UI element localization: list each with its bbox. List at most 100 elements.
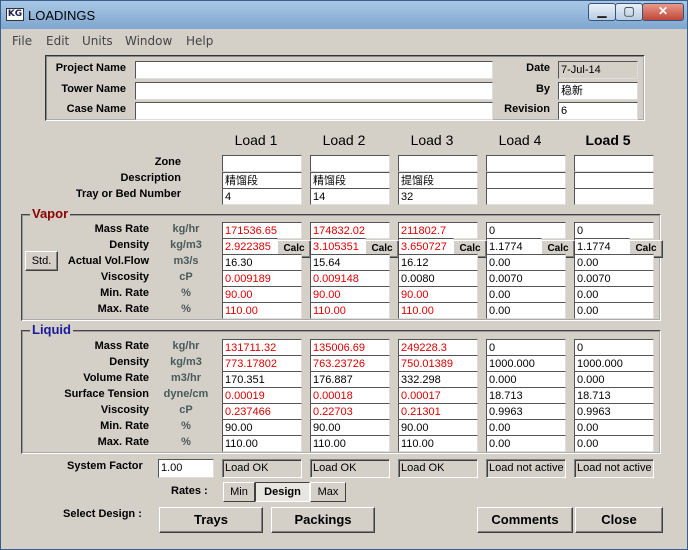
case-name-field[interactable] — [135, 102, 493, 120]
vapor-value-field[interactable]: 90.00 — [398, 286, 478, 303]
rate-min-button[interactable]: Min — [223, 482, 255, 502]
liquid-value-field[interactable]: 0.00018 — [310, 387, 390, 404]
vapor-value-field[interactable]: 2.922385 — [222, 238, 278, 255]
description-field-3[interactable]: 提馏段 — [398, 172, 478, 189]
liquid-value-field[interactable]: 0 — [574, 339, 654, 356]
menu-file[interactable]: File — [12, 34, 32, 48]
liquid-value-field[interactable]: 750.01389 — [398, 355, 478, 372]
zone-field-1[interactable] — [222, 155, 302, 172]
vapor-value-field[interactable]: 0.00 — [574, 254, 654, 271]
vapor-value-field[interactable]: 15.64 — [310, 254, 390, 271]
vapor-value-field[interactable]: 171536.65 — [222, 222, 302, 239]
vapor-value-field[interactable]: 0.00 — [574, 302, 654, 319]
by-field[interactable]: 稳新 — [558, 82, 638, 100]
vapor-value-field[interactable]: 0 — [574, 222, 654, 239]
liquid-value-field[interactable]: 170.351 — [222, 371, 302, 388]
zone-field-4[interactable] — [486, 155, 566, 172]
liquid-value-field[interactable]: 110.00 — [310, 435, 390, 452]
liquid-value-field[interactable]: 0.00 — [486, 419, 566, 436]
liquid-value-field[interactable]: 110.00 — [398, 435, 478, 452]
revision-field[interactable]: 6 — [558, 102, 638, 120]
description-field-1[interactable]: 精馏段 — [222, 172, 302, 189]
vapor-value-field[interactable]: 3.650727 — [398, 238, 454, 255]
vapor-value-field[interactable]: 16.12 — [398, 254, 478, 271]
menu-units[interactable]: Units — [82, 34, 113, 48]
system-factor-field[interactable]: 1.00 — [158, 459, 214, 478]
liquid-value-field[interactable]: 0.000 — [486, 371, 566, 388]
liquid-value-field[interactable]: 773.17802 — [222, 355, 302, 372]
project-name-field[interactable] — [135, 61, 493, 79]
minimize-button[interactable]: ▁ — [588, 3, 616, 21]
liquid-value-field[interactable]: 0.00 — [574, 435, 654, 452]
liquid-value-field[interactable]: 90.00 — [310, 419, 390, 436]
vapor-value-field[interactable]: 3.105351 — [310, 238, 366, 255]
liquid-value-field[interactable]: 0 — [486, 339, 566, 356]
tower-name-field[interactable] — [135, 82, 493, 100]
liquid-value-field[interactable]: 249228.3 — [398, 339, 478, 356]
comments-button[interactable]: Comments — [477, 507, 573, 533]
vapor-value-field[interactable]: 1.1774 — [486, 238, 542, 255]
liquid-value-field[interactable]: 0.9963 — [486, 403, 566, 420]
liquid-value-field[interactable]: 90.00 — [398, 419, 478, 436]
trays-button[interactable]: Trays — [159, 507, 263, 533]
liquid-value-field[interactable]: 135006.69 — [310, 339, 390, 356]
vapor-value-field[interactable]: 110.00 — [222, 302, 302, 319]
rate-design-button[interactable]: Design — [255, 482, 310, 502]
vapor-value-field[interactable]: 110.00 — [398, 302, 478, 319]
vapor-value-field[interactable]: 0.009148 — [310, 270, 390, 287]
liquid-value-field[interactable]: 110.00 — [222, 435, 302, 452]
close-button[interactable]: Close — [575, 507, 663, 533]
vapor-value-field[interactable]: 211802.7 — [398, 222, 478, 239]
description-field-5[interactable] — [574, 172, 654, 189]
liquid-value-field[interactable]: 0.000 — [574, 371, 654, 388]
vapor-value-field[interactable]: 90.00 — [222, 286, 302, 303]
description-field-2[interactable]: 精馏段 — [310, 172, 390, 189]
liquid-value-field[interactable]: 0.00017 — [398, 387, 478, 404]
vapor-value-field[interactable]: 0.00 — [486, 302, 566, 319]
liquid-value-field[interactable]: 1000.000 — [574, 355, 654, 372]
vapor-value-field[interactable]: 0.00 — [574, 286, 654, 303]
vapor-value-field[interactable]: 174832.02 — [310, 222, 390, 239]
vapor-value-field[interactable]: 0.0070 — [574, 270, 654, 287]
vapor-value-field[interactable]: 1.1774 — [574, 238, 630, 255]
tray-field-4[interactable] — [486, 188, 566, 205]
vapor-value-field[interactable]: 0.00 — [486, 254, 566, 271]
liquid-value-field[interactable]: 0.237466 — [222, 403, 302, 420]
liquid-value-field[interactable]: 0.22703 — [310, 403, 390, 420]
tray-field-2[interactable]: 14 — [310, 188, 390, 205]
tray-field-3[interactable]: 32 — [398, 188, 478, 205]
liquid-value-field[interactable]: 0.21301 — [398, 403, 478, 420]
menu-window[interactable]: Window — [125, 34, 172, 48]
vapor-value-field[interactable]: 0.0080 — [398, 270, 478, 287]
liquid-value-field[interactable]: 18.713 — [486, 387, 566, 404]
liquid-value-field[interactable]: 18.713 — [574, 387, 654, 404]
close-window-button[interactable]: ✕ — [642, 3, 684, 21]
zone-field-5[interactable] — [574, 155, 654, 172]
zone-field-3[interactable] — [398, 155, 478, 172]
vapor-value-field[interactable]: 0 — [486, 222, 566, 239]
tray-field-1[interactable]: 4 — [222, 188, 302, 205]
packings-button[interactable]: Packings — [271, 507, 375, 533]
zone-field-2[interactable] — [310, 155, 390, 172]
description-field-4[interactable] — [486, 172, 566, 189]
vapor-value-field[interactable]: 0.009189 — [222, 270, 302, 287]
liquid-value-field[interactable]: 176.887 — [310, 371, 390, 388]
vapor-value-field[interactable]: 0.0070 — [486, 270, 566, 287]
tray-field-5[interactable] — [574, 188, 654, 205]
liquid-value-field[interactable]: 763.23726 — [310, 355, 390, 372]
maximize-button[interactable]: ▢ — [615, 3, 643, 21]
liquid-value-field[interactable]: 0.00 — [486, 435, 566, 452]
menu-help[interactable]: Help — [186, 34, 213, 48]
vapor-value-field[interactable]: 90.00 — [310, 286, 390, 303]
vapor-value-field[interactable]: 0.00 — [486, 286, 566, 303]
liquid-value-field[interactable]: 332.298 — [398, 371, 478, 388]
liquid-value-field[interactable]: 131711.32 — [222, 339, 302, 356]
menu-edit[interactable]: Edit — [46, 34, 69, 48]
liquid-value-field[interactable]: 0.00019 — [222, 387, 302, 404]
vapor-value-field[interactable]: 110.00 — [310, 302, 390, 319]
rate-max-button[interactable]: Max — [310, 482, 346, 502]
liquid-value-field[interactable]: 0.00 — [574, 419, 654, 436]
vapor-value-field[interactable]: 16.30 — [222, 254, 302, 271]
liquid-value-field[interactable]: 90.00 — [222, 419, 302, 436]
title-bar[interactable]: KG LOADINGS ▁ ▢ ✕ — [1, 1, 687, 29]
